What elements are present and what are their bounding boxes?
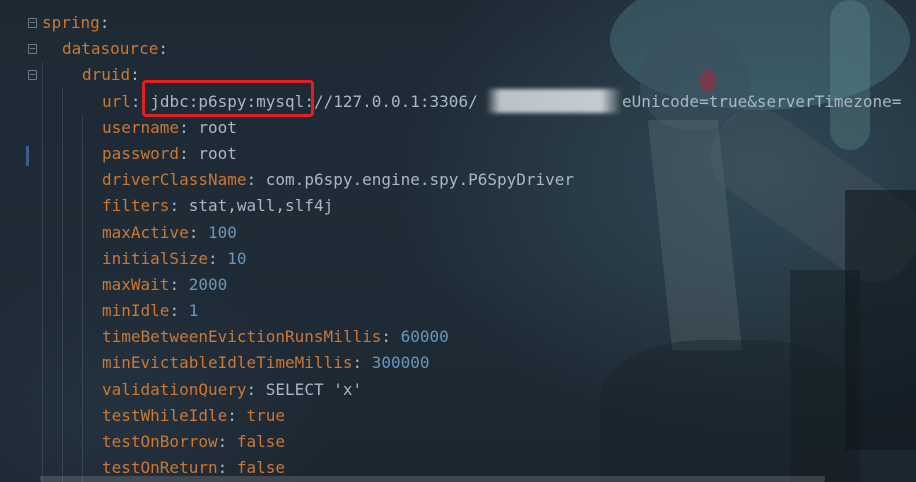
yaml-key: initialSize	[102, 248, 208, 268]
yaml-colon: :	[99, 13, 110, 32]
yaml-key: url	[102, 91, 131, 111]
highlight-annotation-box	[142, 80, 314, 117]
yaml-value: false	[236, 432, 286, 451]
yaml-key: testOnBorrow	[102, 432, 218, 451]
code-line[interactable]: minIdle: 1	[0, 298, 916, 324]
yaml-key: driverClassName	[102, 170, 247, 190]
code-line[interactable]: minEvictableIdleTimeMillis: 300000	[0, 350, 916, 376]
yaml-key: maxActive	[102, 222, 189, 242]
yaml-colon: :	[217, 458, 228, 478]
yaml-colon: :	[179, 117, 189, 137]
yaml-value: 2000	[188, 274, 228, 294]
yaml-key: minEvictableIdleTimeMillis	[102, 353, 353, 373]
yaml-value: root	[198, 117, 237, 137]
code-line[interactable]: timeBetweenEvictionRunsMillis: 60000	[0, 324, 916, 350]
yaml-value: 100	[207, 222, 237, 242]
yaml-value: true	[246, 405, 286, 425]
yaml-key: username	[102, 117, 180, 137]
yaml-key: filters	[102, 196, 170, 216]
yaml-colon: :	[169, 301, 180, 321]
yaml-key: password	[102, 143, 180, 163]
code-line[interactable]: password: root	[0, 141, 916, 167]
yaml-key: spring	[42, 13, 100, 32]
yaml-key: maxWait	[102, 274, 170, 294]
yaml-value: false	[236, 458, 286, 478]
yaml-colon: :	[158, 39, 168, 59]
yaml-key: testOnReturn	[102, 458, 218, 478]
yaml-value: 60000	[400, 327, 449, 347]
yaml-colon: :	[227, 405, 237, 425]
yaml-colon: :	[169, 274, 180, 294]
redacted-region	[486, 89, 622, 113]
yaml-colon: :	[130, 65, 140, 85]
yaml-value: 1	[188, 301, 199, 321]
code-line[interactable]: druid:	[0, 62, 916, 88]
yaml-value: com.p6spy.engine.spy.P6SpyDriver	[265, 170, 575, 190]
yaml-value: root	[198, 143, 237, 163]
code-line[interactable]: testOnBorrow: false	[0, 429, 916, 455]
code-line[interactable]: spring:	[0, 10, 916, 36]
code-editor[interactable]: spring: datasource: druid: url: jdbc:p6spy:…	[0, 0, 916, 482]
yaml-value: SELECT 'x'	[265, 379, 363, 399]
yaml-colon: :	[169, 196, 180, 216]
yaml-key: datasource	[62, 39, 159, 59]
yaml-value: 300000	[371, 353, 430, 373]
code-line[interactable]: maxActive: 100	[0, 220, 916, 246]
yaml-colon: :	[217, 432, 228, 451]
yaml-key: testWhileIdle	[102, 405, 228, 425]
code-line[interactable]: validationQuery: SELECT 'x'	[0, 377, 916, 403]
yaml-colon: :	[130, 91, 141, 111]
yaml-key: timeBetweenEvictionRunsMillis	[102, 327, 382, 347]
yaml-key: validationQuery	[102, 379, 247, 399]
yaml-colon: :	[246, 170, 257, 190]
horizontal-scrollbar[interactable]	[40, 476, 825, 482]
yaml-colon: :	[352, 353, 363, 373]
yaml-value-tail: eUnicode=true&serverTimezone=	[622, 91, 902, 111]
code-line[interactable]: driverClassName: com.p6spy.engine.spy.P6…	[0, 167, 916, 193]
code-line[interactable]: username: root	[0, 115, 916, 141]
yaml-colon: :	[381, 327, 391, 347]
yaml-colon: :	[246, 379, 257, 399]
code-line[interactable]: url: jdbc:p6spy:mysql://127.0.0.1:3306/e…	[0, 89, 916, 115]
code-line[interactable]: initialSize: 10	[0, 246, 916, 272]
yaml-colon: :	[188, 222, 199, 242]
yaml-value: stat,wall,slf4j	[188, 196, 334, 216]
yaml-colon: :	[179, 143, 189, 163]
code-line[interactable]: filters: stat,wall,slf4j	[0, 193, 916, 219]
code-line[interactable]: maxWait: 2000	[0, 272, 916, 298]
yaml-key: druid	[82, 65, 131, 85]
yaml-value: 10	[227, 248, 247, 268]
code-line[interactable]: datasource:	[0, 36, 916, 62]
yaml-colon: :	[207, 248, 218, 268]
yaml-key: minIdle	[102, 301, 170, 321]
code-line[interactable]: testWhileIdle: true	[0, 403, 916, 429]
code-area[interactable]: spring: datasource: druid: url: jdbc:p6spy:…	[0, 10, 916, 481]
